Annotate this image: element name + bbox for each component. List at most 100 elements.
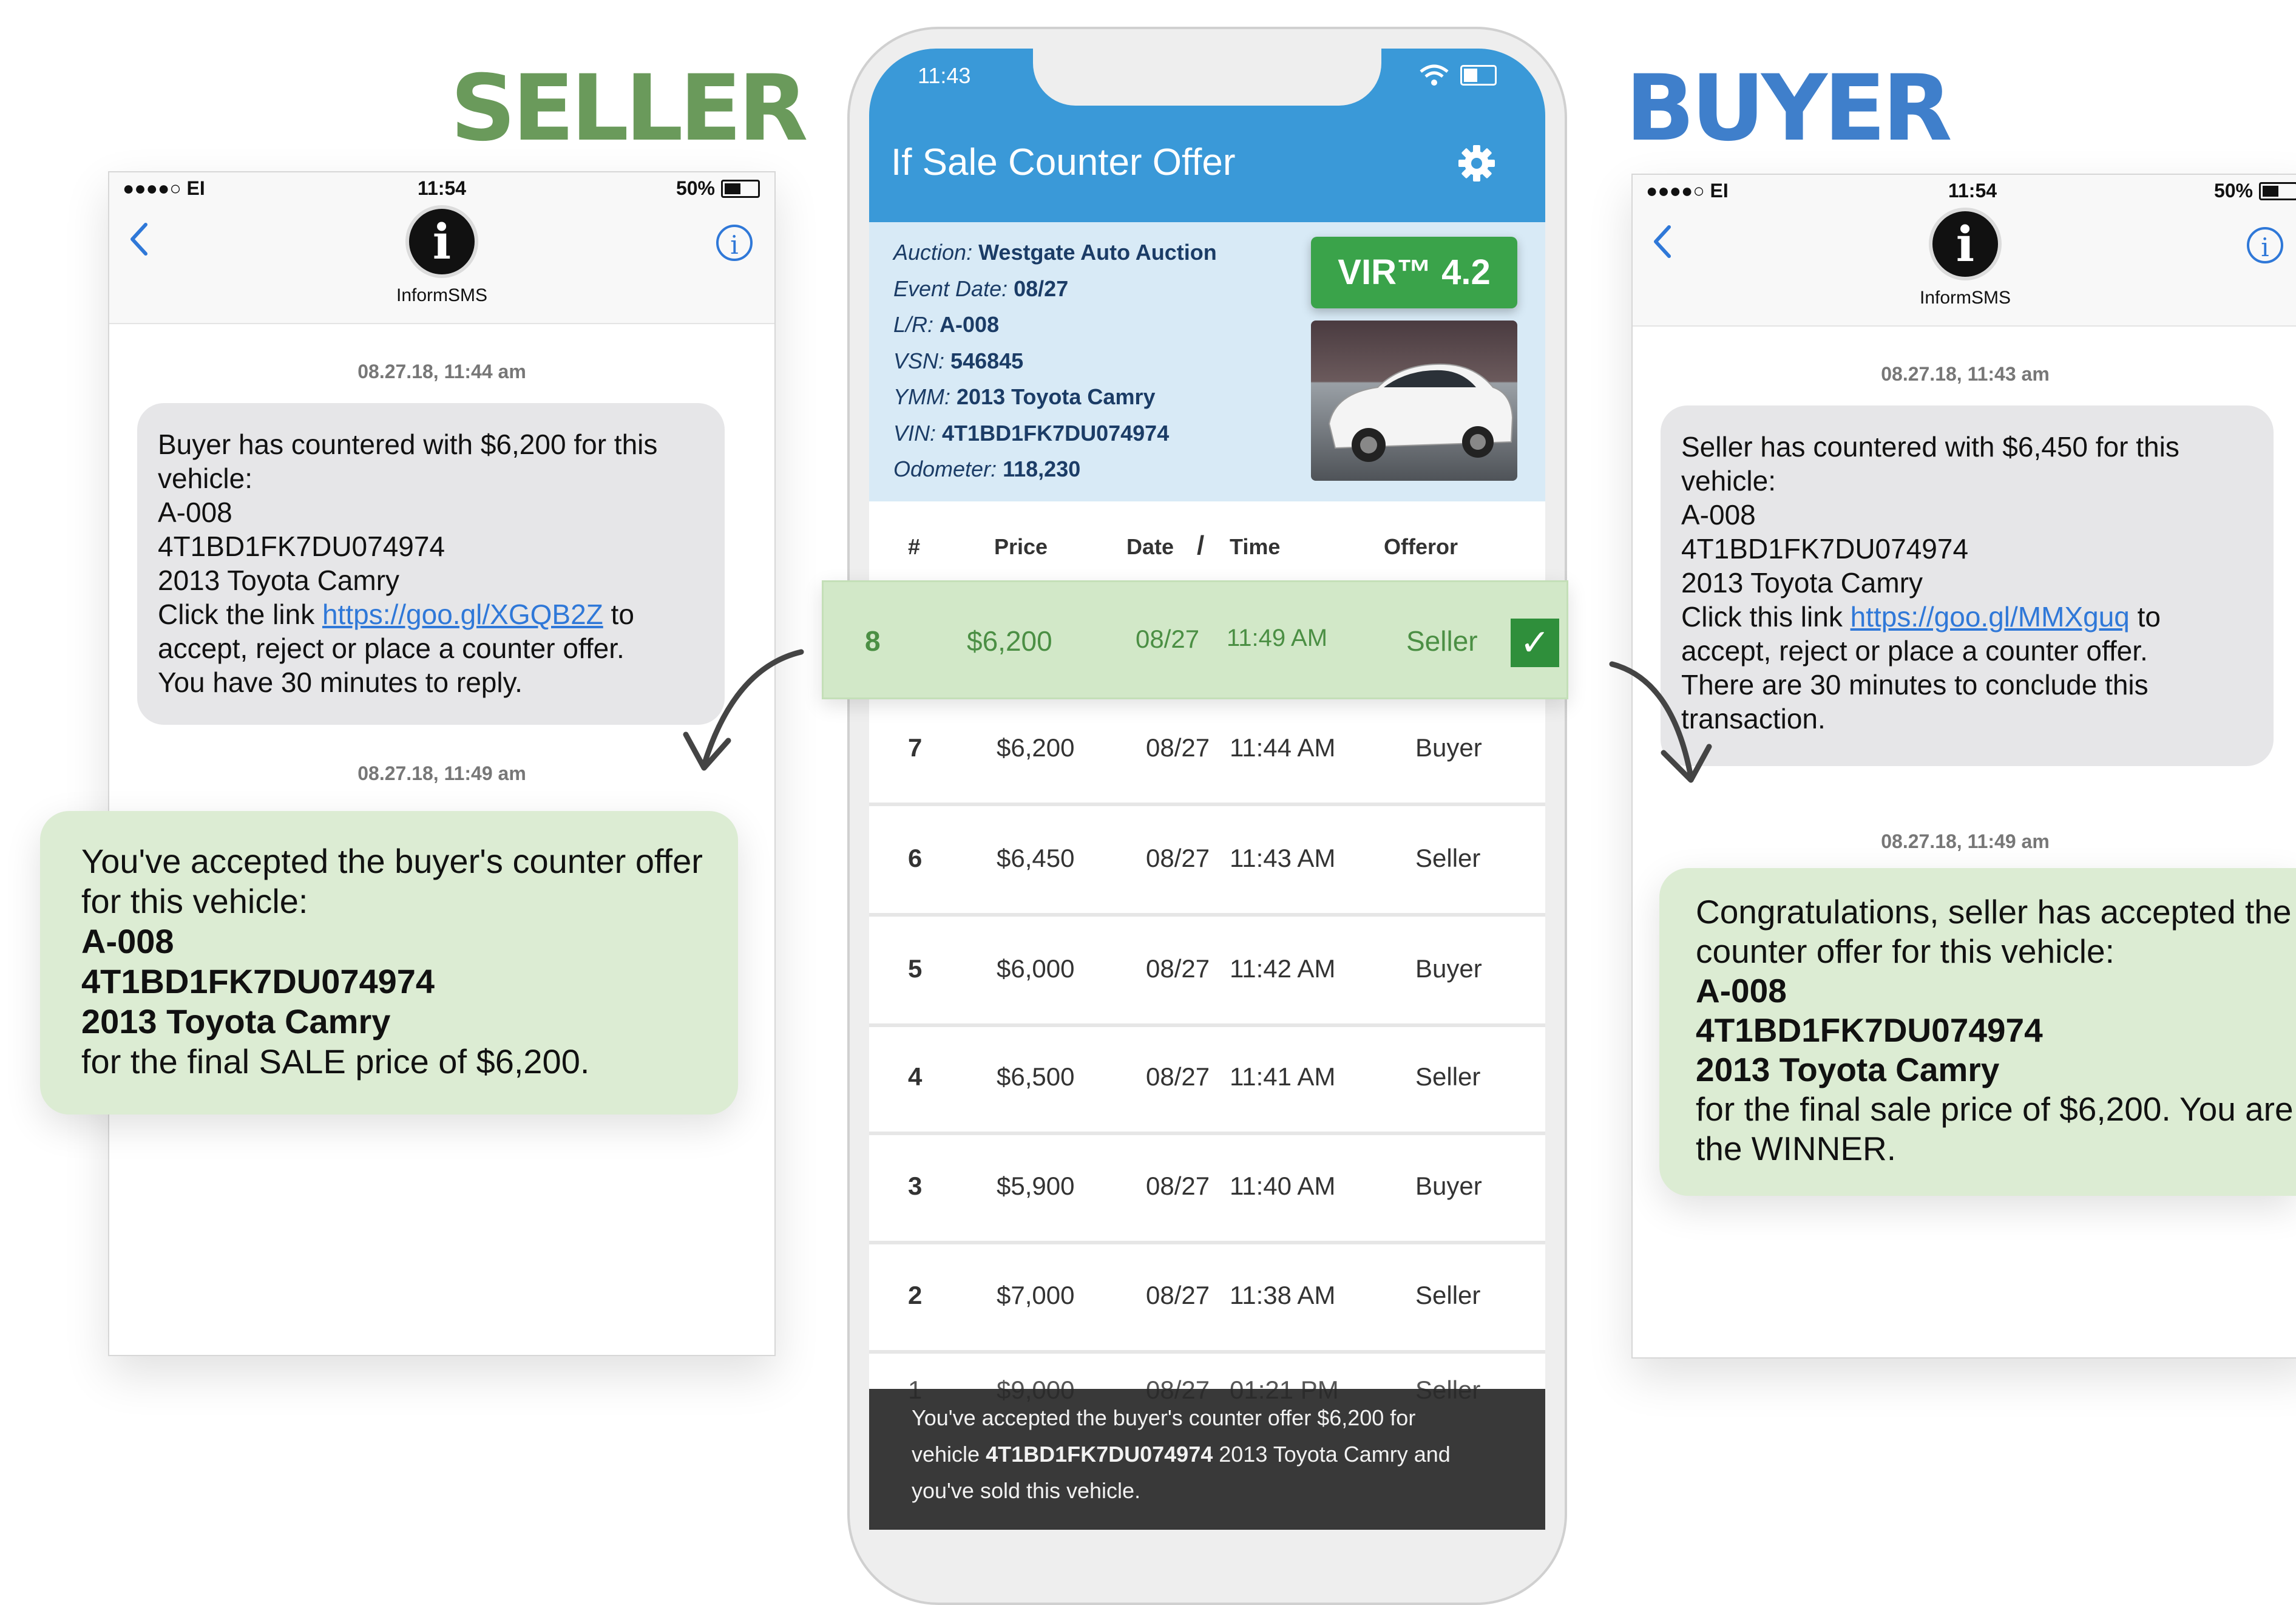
message-line: for this vehicle: <box>81 882 308 920</box>
app-bar: 11:43 If Sale Counter Offer <box>869 49 1545 222</box>
row-date: 08/27 <box>1146 1281 1210 1309</box>
informsms-avatar: i <box>405 205 478 278</box>
message-line: Seller has countered with $6,450 for thi… <box>1681 431 2179 463</box>
detail-value: 2013 Toyota Camry <box>957 384 1156 409</box>
message-line: vehicle: <box>1681 465 1776 497</box>
table-row[interactable]: 3 $5,900 08/27 11:40 AM Buyer <box>869 1134 1545 1244</box>
link-suffix: to <box>603 599 634 630</box>
message-timestamp: 08.27.18, 11:49 am <box>357 762 526 784</box>
app-screen: 11:43 If Sale Counter Offer Auction: Wes… <box>869 49 1545 1530</box>
battery-icon <box>1460 65 1497 86</box>
message-line: Congratulations, seller has accepted the <box>1696 893 2292 931</box>
counter-offer-link[interactable]: https://goo.gl/XGQB2Z <box>322 599 603 630</box>
toast-text: 2013 Toyota Camry and <box>1213 1442 1451 1467</box>
column-header-num: # <box>908 534 921 559</box>
gear-icon[interactable] <box>1457 143 1497 183</box>
message-line: A-008 <box>1696 972 1787 1009</box>
checkmark-icon[interactable]: ✓ <box>1511 619 1559 667</box>
column-header-separator: / <box>1197 531 1205 560</box>
column-header-price: Price <box>994 534 1048 559</box>
row-time: 11:40 AM <box>1230 1172 1336 1200</box>
message-line: accept, reject or place a counter offer. <box>158 633 625 664</box>
vehicle-photo[interactable] <box>1311 321 1517 481</box>
info-icon[interactable]: i <box>716 225 753 261</box>
column-header-offeror: Offeror <box>1384 534 1458 559</box>
car-image <box>1328 363 1514 462</box>
detail-label: Odometer: <box>893 456 997 481</box>
counter-offer-link[interactable]: https://goo.gl/MMXguq <box>1851 601 2130 633</box>
vehicle-detail-ymm: YMM: 2013 Toyota Camry <box>893 379 1217 415</box>
message-line: You have 30 minutes to reply. <box>158 667 523 698</box>
table-row[interactable]: 7 $6,200 08/27 11:44 AM Buyer <box>869 696 1545 806</box>
detail-label: L/R: <box>893 312 934 337</box>
vehicle-details: Auction: Westgate Auto Auction Event Dat… <box>893 234 1217 487</box>
vehicle-detail-odometer: Odometer: 118,230 <box>893 451 1217 487</box>
vir-score-button[interactable]: VIR™ 4.2 <box>1311 237 1517 308</box>
row-time: 11:41 AM <box>1230 1062 1336 1091</box>
informsms-avatar: i <box>1929 208 2002 280</box>
column-header-date: Date <box>1126 534 1174 559</box>
message-line: 4T1BD1FK7DU074974 <box>158 531 445 562</box>
detail-value: 546845 <box>950 348 1024 373</box>
detail-label: Auction: <box>893 240 973 265</box>
message-line: 2013 Toyota Camry <box>1681 567 1923 599</box>
message-line: A-008 <box>81 922 174 960</box>
row-num: 6 <box>908 844 923 872</box>
message-line: transaction. <box>1681 703 1826 735</box>
row-time: 11:43 AM <box>1230 844 1336 872</box>
detail-value: A-008 <box>940 312 1000 337</box>
row-date: 08/27 <box>1146 954 1210 983</box>
back-chevron-icon[interactable] <box>1651 223 1673 260</box>
link-prefix: Click this link <box>1681 601 1851 633</box>
row-num: 5 <box>908 954 923 983</box>
row-price: $6,200 <box>997 733 1075 762</box>
offers-table-header: # Price Date / Time Offeror <box>869 510 1545 583</box>
buyer-title: BUYER <box>1625 56 1952 161</box>
incoming-message: Seller has countered with $6,450 for thi… <box>1661 405 2274 766</box>
info-icon[interactable]: i <box>2247 227 2283 263</box>
outgoing-message: You've accepted the buyer's counter offe… <box>40 811 738 1115</box>
table-row[interactable]: 6 $6,450 08/27 11:43 AM Seller <box>869 806 1545 917</box>
seller-title: SELLER <box>450 56 808 161</box>
vehicle-detail-vsn: VSN: 546845 <box>893 343 1217 379</box>
message-line: 4T1BD1FK7DU074974 <box>81 962 435 1000</box>
message-timestamp: 08.27.18, 11:44 am <box>357 361 526 382</box>
battery-status: 50% <box>676 177 760 200</box>
accepted-offer-row[interactable]: 8 $6,200 08/27 11:49 AM Seller ✓ <box>822 580 1568 699</box>
row-num: 8 <box>865 625 881 657</box>
toast-line: you've sold this vehicle. <box>912 1478 1141 1503</box>
phone-notch <box>1033 49 1381 106</box>
message-line: 4T1BD1FK7DU074974 <box>1681 533 1969 565</box>
detail-value: 08/27 <box>1014 276 1069 301</box>
back-chevron-icon[interactable] <box>127 221 149 257</box>
table-row[interactable]: 4 $6,500 08/27 11:41 AM Seller <box>869 1025 1545 1135</box>
curved-arrow-left-icon <box>683 649 804 771</box>
sms-header: ●●●●○ EI 11:54 50% i InformSMS i <box>109 172 774 324</box>
contact-name: InformSMS <box>396 285 488 305</box>
confirmation-toast: You've accepted the buyer's counter offe… <box>869 1389 1545 1530</box>
table-row[interactable]: 5 $6,000 08/27 11:42 AM Buyer <box>869 917 1545 1027</box>
contact-name: InformSMS <box>1919 288 2011 308</box>
message-line: accept, reject or place a counter offer. <box>1681 635 2148 667</box>
sms-header: ●●●●○ EI 11:54 50% i InformSMS i <box>1633 175 2296 327</box>
row-date: 08/27 <box>1146 1172 1210 1200</box>
detail-label: VSN: <box>893 348 945 373</box>
message-line-link: Click this link https://goo.gl/MMXguq to <box>1681 600 2253 634</box>
toast-vin: 4T1BD1FK7DU074974 <box>986 1442 1213 1467</box>
row-date: 08/27 <box>1146 733 1210 762</box>
message-timestamp: 08.27.18, 11:49 am <box>1881 830 2050 852</box>
toast-text: vehicle <box>912 1442 986 1467</box>
battery-percent: 50% <box>2213 180 2253 202</box>
row-price: $6,500 <box>997 1062 1075 1091</box>
message-line: There are 30 minutes to conclude this <box>1681 669 2149 701</box>
message-line: You've accepted the buyer's counter offe… <box>81 842 703 880</box>
table-row[interactable]: 2 $7,000 08/27 11:38 AM Seller <box>869 1243 1545 1354</box>
phone-time: 11:43 <box>918 63 971 88</box>
row-time: 11:38 AM <box>1230 1281 1336 1309</box>
app-title: If Sale Counter Offer <box>891 141 1236 183</box>
detail-value: 4T1BD1FK7DU074974 <box>942 420 1170 446</box>
status-time: 11:54 <box>417 177 467 199</box>
row-offeror: Buyer <box>1415 1172 1482 1200</box>
link-suffix: to <box>2129 601 2161 633</box>
row-offeror: Seller <box>1415 1062 1481 1091</box>
